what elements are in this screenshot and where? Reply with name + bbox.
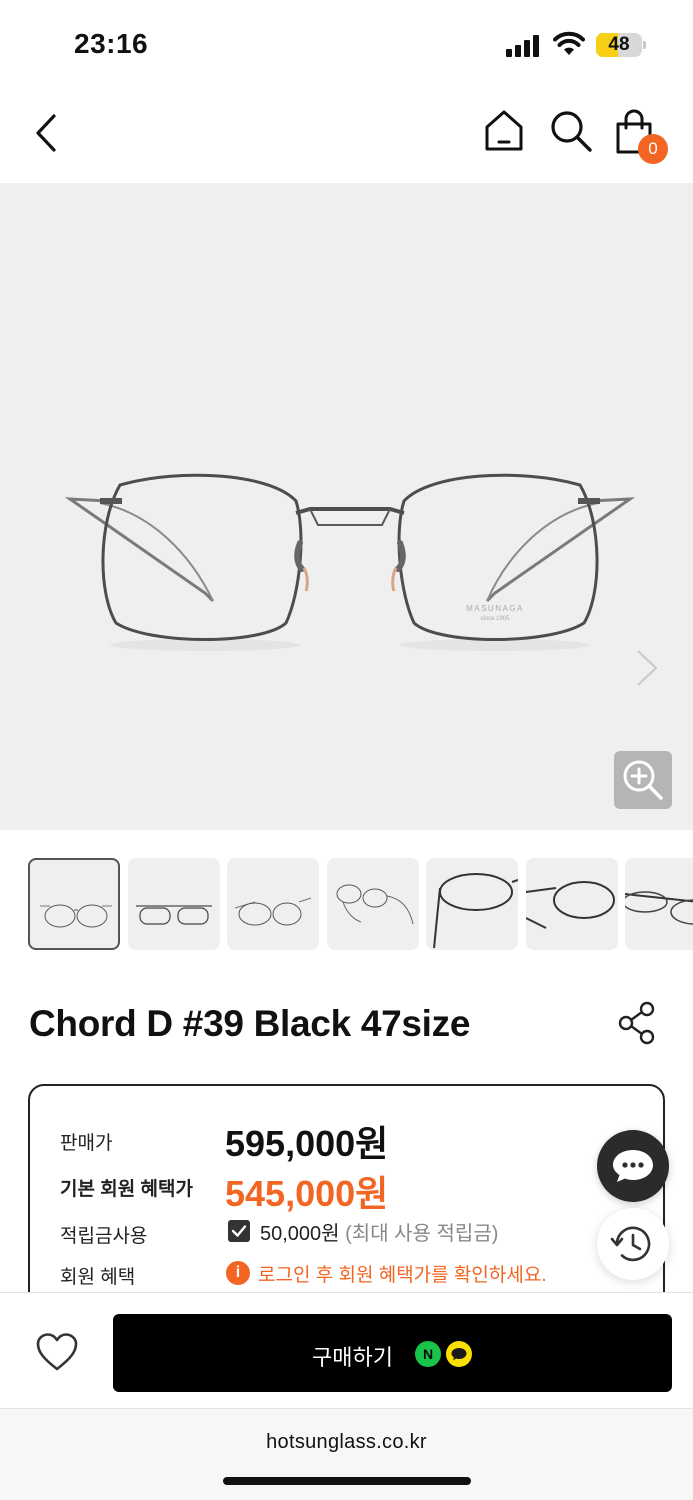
zoom-button[interactable]: [614, 751, 672, 809]
brand-since: since 1905: [480, 616, 510, 622]
thumbnail-side-angle[interactable]: [327, 858, 419, 950]
top-nav: [0, 90, 693, 183]
browser-url-bar[interactable]: hotsunglass.co.kr: [0, 1408, 693, 1500]
chat-button[interactable]: [597, 1130, 669, 1202]
points-checkbox[interactable]: [228, 1220, 250, 1242]
points-value: 50,000원 (최대 사용 적립금): [260, 1217, 498, 1246]
brand-mark: MASUNAGA: [466, 604, 524, 613]
info-icon: i: [226, 1261, 250, 1285]
thumbnail-hinge-closeup[interactable]: [526, 858, 618, 950]
status-bar: 23:16 48: [0, 0, 693, 90]
buy-button-label: 구매하기: [312, 1345, 393, 1370]
npay-icon: N: [415, 1341, 441, 1367]
thumbnail-strip: [28, 858, 693, 952]
checkmark-icon: [231, 1225, 247, 1237]
recent-history-button[interactable]: [597, 1208, 669, 1280]
url-text: hotsunglass.co.kr: [266, 1431, 427, 1453]
share-icon[interactable]: [616, 1000, 658, 1046]
search-icon[interactable]: [548, 108, 594, 154]
points-amount: 50,000원: [260, 1223, 340, 1245]
purchase-bar: 구매하기 N: [0, 1292, 693, 1408]
thumbnail-temple-closeup[interactable]: [426, 858, 518, 950]
kakaopay-icon: [446, 1341, 472, 1367]
cart-count-badge: 0: [638, 134, 668, 164]
thumbnail-front-angle[interactable]: [227, 858, 319, 950]
points-label: 적립금사용: [60, 1226, 148, 1247]
zoom-in-icon: [623, 760, 663, 800]
sale-price: 595,000원: [225, 1123, 389, 1164]
product-image: [64, 473, 636, 651]
battery-level: 48: [608, 34, 630, 55]
heart-icon[interactable]: [34, 1331, 80, 1373]
wifi-icon: [553, 31, 585, 55]
thumbnail-front[interactable]: [28, 858, 120, 950]
product-title: Chord D #39 Black 47size: [29, 1003, 471, 1044]
sale-price-label: 판매가: [60, 1133, 113, 1154]
benefit-label: 회원 혜택: [60, 1267, 136, 1288]
battery-icon: 48: [596, 33, 646, 57]
chat-bubble-icon: [613, 1150, 653, 1182]
chevron-right-icon[interactable]: [632, 645, 662, 691]
history-icon: [610, 1226, 651, 1262]
home-indicator[interactable]: [223, 1477, 471, 1485]
signal-icon: [506, 33, 542, 57]
back-icon[interactable]: [28, 110, 68, 156]
buy-button[interactable]: 구매하기 N: [113, 1314, 672, 1392]
thumbnail-front-flat[interactable]: [128, 858, 220, 950]
points-note: (최대 사용 적립금): [345, 1223, 499, 1245]
member-price-label: 기본 회원 혜택가: [60, 1179, 193, 1200]
product-image-viewer[interactable]: MASUNAGA since 1905: [0, 183, 693, 830]
status-time: 23:16: [74, 28, 149, 59]
login-benefit-note[interactable]: 로그인 후 회원 혜택가를 확인하세요.: [258, 1260, 547, 1287]
thumbnail-side[interactable]: [625, 858, 693, 950]
member-price: 545,000원: [225, 1173, 389, 1214]
home-icon[interactable]: [482, 108, 526, 154]
